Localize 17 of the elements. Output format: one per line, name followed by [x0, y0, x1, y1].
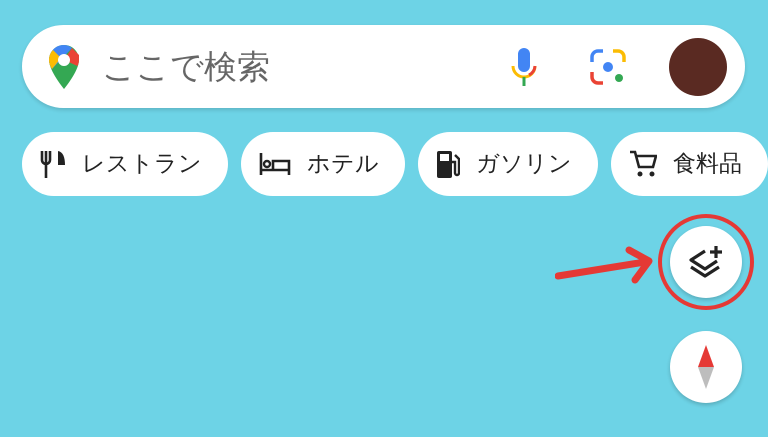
fork-knife-icon [40, 150, 66, 178]
layers-button[interactable] [670, 226, 742, 298]
search-field[interactable]: ここで検索 [100, 36, 511, 96]
cart-icon [629, 150, 657, 178]
map-pin-icon [48, 44, 80, 90]
category-chip[interactable]: ホテル [241, 132, 405, 196]
compass-button[interactable] [670, 331, 742, 403]
search-bar[interactable]: ここで検索 [22, 25, 745, 108]
camera-icon[interactable] [589, 48, 627, 86]
layers-plus-icon [688, 245, 724, 279]
fuel-pump-icon [436, 150, 460, 178]
microphone-icon[interactable] [511, 46, 537, 86]
compass-icon [698, 345, 714, 389]
bed-icon [259, 153, 291, 175]
category-chip[interactable]: ガソリン [418, 132, 598, 196]
category-chip[interactable]: レストラン [22, 132, 228, 196]
category-chip[interactable]: 食料品 [611, 132, 768, 196]
